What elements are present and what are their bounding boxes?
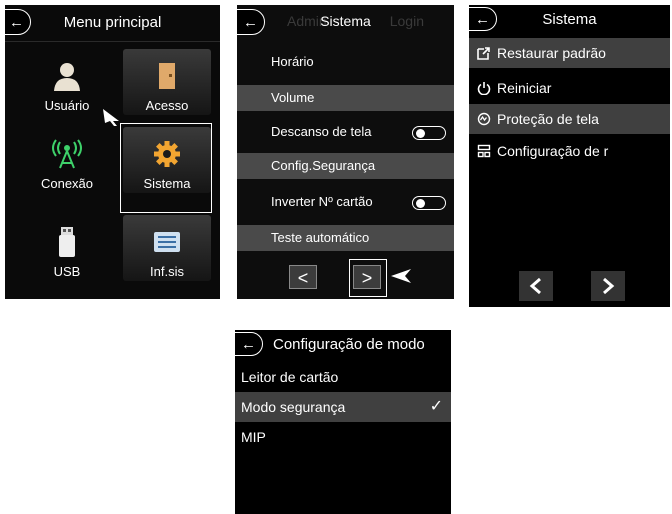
- tile-infsis[interactable]: Inf.sis: [123, 215, 211, 281]
- back-button[interactable]: ←: [235, 332, 263, 356]
- pointer-arrow-icon: [391, 269, 411, 283]
- list-item-modo-seguranca[interactable]: Modo segurança ✓: [235, 392, 451, 422]
- sistema-list-header: ← Admin Login Sistema: [237, 5, 454, 37]
- config-icon: [477, 144, 491, 158]
- prev-page-button[interactable]: [519, 271, 553, 301]
- list-item-configuracao[interactable]: Configuração de r: [469, 136, 670, 166]
- tile-label: USB: [53, 264, 81, 279]
- list-item-teste-automatico[interactable]: Teste automático: [237, 225, 454, 251]
- back-arrow-icon: ←: [241, 335, 256, 353]
- page-title: Configuração de modo: [273, 336, 425, 353]
- info-list-icon: [154, 232, 180, 252]
- config-modo-screen: ← Configuração de modo Leitor de cartão …: [235, 330, 451, 514]
- list-item-label: Volume: [271, 90, 315, 105]
- chevron-right-icon: [603, 277, 615, 295]
- sistema-settings-screen: ← Sistema Restaurar padrão Reiniciar Pro…: [469, 5, 670, 307]
- menu-principal-header: ← Menu principal: [5, 5, 220, 42]
- pointer-arrow-icon: [103, 109, 119, 126]
- list-item-label: Leitor de cartão: [241, 369, 339, 385]
- list-item-label: Config.Segurança: [271, 158, 376, 173]
- list-item-label: Teste automático: [271, 230, 370, 245]
- list-item-label: Inverter Nº cartão: [271, 194, 373, 209]
- page-title: Sistema: [320, 13, 371, 29]
- page-title: Sistema: [542, 11, 597, 28]
- list-item-volume[interactable]: Volume: [237, 85, 454, 111]
- user-icon: [54, 63, 80, 91]
- tile-acesso[interactable]: Acesso: [123, 49, 211, 115]
- list-item-label: MIP: [241, 429, 266, 445]
- list-item-reiniciar[interactable]: Reiniciar: [469, 73, 670, 103]
- menu-principal-screen: ← Menu principal Usuário Acesso Conexão: [5, 5, 220, 299]
- tile-label: Usuário: [44, 98, 90, 113]
- tile-usb[interactable]: USB: [23, 215, 111, 281]
- door-icon: [159, 63, 175, 89]
- list-item-restaurar-padrao[interactable]: Restaurar padrão: [469, 38, 670, 68]
- descanso-tela-toggle[interactable]: [412, 126, 446, 140]
- next-page-button[interactable]: >: [353, 265, 381, 289]
- next-page-button[interactable]: [591, 271, 625, 301]
- tile-label: Inf.sis: [150, 264, 184, 279]
- screen-protection-icon: [477, 112, 491, 126]
- selection-highlight: [120, 123, 212, 213]
- tile-usuario[interactable]: Usuário: [23, 49, 111, 115]
- page-title: Menu principal: [63, 14, 162, 31]
- prev-page-button[interactable]: <: [289, 265, 317, 289]
- sistema-list-screen: ← Admin Login Sistema Horário Volume Des…: [237, 5, 454, 299]
- signal-tower-icon: [52, 139, 82, 169]
- tile-conexao[interactable]: Conexão: [23, 127, 111, 193]
- config-modo-header: ← Configuração de modo: [235, 330, 451, 360]
- list-item-leitor-cartao[interactable]: Leitor de cartão: [235, 362, 451, 392]
- power-icon: [477, 82, 491, 95]
- restore-icon: [477, 47, 490, 60]
- list-item-label: Horário: [271, 54, 314, 69]
- list-item-descanso-tela[interactable]: Descanso de tela: [237, 119, 454, 145]
- list-item-mip[interactable]: MIP: [235, 422, 451, 452]
- list-item-protecao-tela[interactable]: Proteção de tela: [469, 104, 670, 134]
- usb-drive-icon: [59, 227, 75, 257]
- tile-label: Acesso: [145, 98, 189, 113]
- tile-label: Conexão: [40, 176, 94, 191]
- list-item-label: Reiniciar: [497, 80, 552, 96]
- list-item-inverter-cartao[interactable]: Inverter Nº cartão: [237, 189, 454, 215]
- sistema-settings-header: ← Sistema: [469, 5, 670, 35]
- inverter-cartao-toggle[interactable]: [412, 196, 446, 210]
- list-item-label: Proteção de tela: [497, 111, 599, 127]
- list-item-horario[interactable]: Horário: [237, 49, 454, 75]
- checkmark-icon: ✓: [429, 398, 443, 415]
- list-item-label: Restaurar padrão: [497, 45, 606, 61]
- list-item-label: Modo segurança: [241, 399, 346, 415]
- list-item-label: Descanso de tela: [271, 124, 372, 139]
- list-item-config-seguranca[interactable]: Config.Segurança: [237, 153, 454, 179]
- list-item-label: Configuração de r: [497, 143, 609, 159]
- chevron-left-icon: [529, 277, 541, 295]
